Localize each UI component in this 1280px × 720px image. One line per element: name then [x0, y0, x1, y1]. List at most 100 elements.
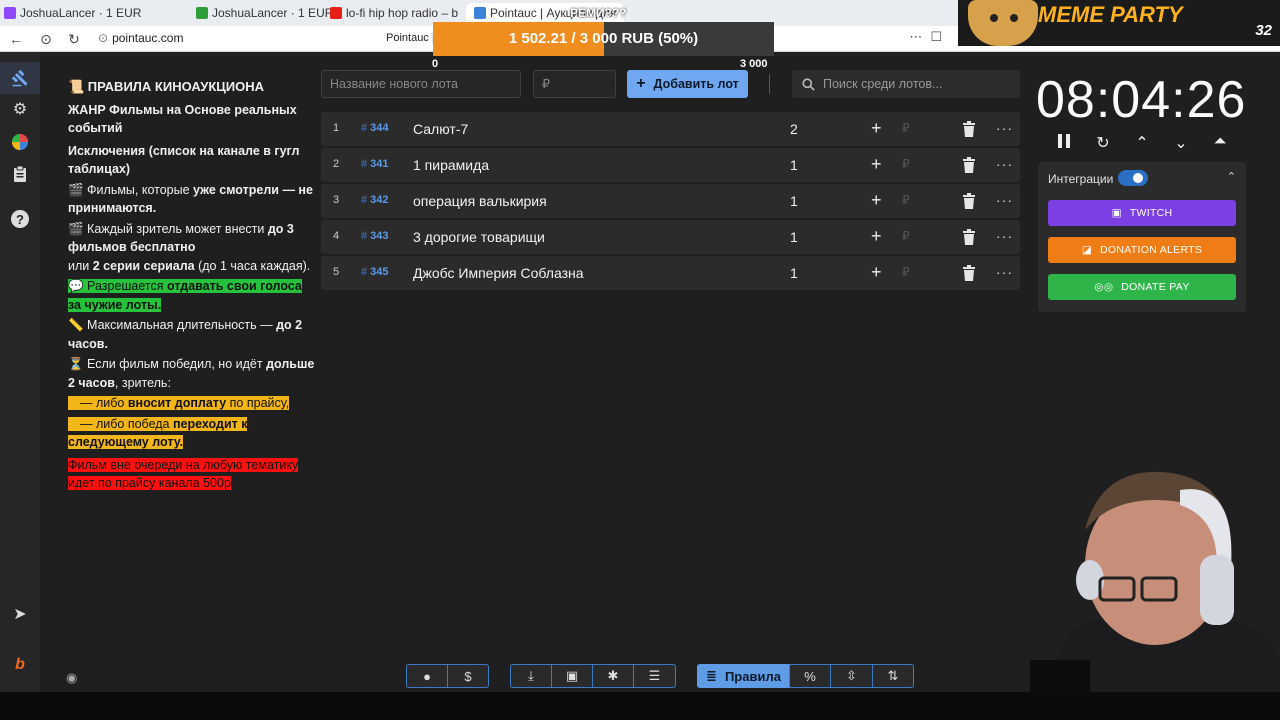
menu-icon[interactable]: ⋯ — [909, 29, 922, 45]
tab-label: lo-fi hip hop radio – b — [346, 6, 459, 20]
add-lot-button[interactable]: + Добавить лот — [627, 70, 748, 98]
timer-down-button[interactable]: ⌄ — [1170, 133, 1192, 153]
integrations-title: Интеграции — [1048, 172, 1114, 186]
lot-amount: 1 — [790, 229, 798, 245]
save-button[interactable]: ▣ — [551, 664, 593, 688]
more-options-icon[interactable]: ··· — [996, 156, 1013, 172]
url-field[interactable]: ⊙ pointauc.com — [98, 31, 183, 45]
pause-icon — [1058, 134, 1070, 148]
lot-amount: 1 — [790, 193, 798, 209]
delete-lot-icon[interactable] — [962, 121, 976, 137]
new-lot-input[interactable]: Название нового лота — [321, 70, 521, 98]
page-title: Pointauc | — [386, 32, 435, 44]
bug-report-button[interactable]: ✱ — [592, 664, 634, 688]
bookmark-icon[interactable]: ☐ — [930, 29, 942, 45]
lot-number[interactable]: #343 — [361, 230, 388, 242]
donation-progress-bar: 1 502.21 / 3 000 RUB (50%) — [433, 22, 774, 56]
auction-timer: 08:04:26 — [1036, 71, 1247, 129]
eye-icon[interactable]: ◉ — [66, 670, 77, 686]
donate-button[interactable]: $ — [447, 664, 489, 688]
telegram-icon: ➤ — [13, 606, 27, 623]
delete-lot-icon[interactable] — [962, 229, 976, 245]
sort-button[interactable]: ⇅ — [872, 664, 914, 688]
reset-timer-button[interactable]: ↻ — [1092, 133, 1114, 153]
lot-row[interactable]: 2 #341 1 пирамида 1 + ₽ ··· — [321, 148, 1020, 182]
reload-icon[interactable]: ↻ — [64, 29, 84, 49]
add-amount-button[interactable]: + — [871, 190, 882, 211]
rub-amount-input[interactable]: ₽ — [902, 193, 910, 207]
more-options-icon[interactable]: ··· — [996, 192, 1013, 208]
add-amount-button[interactable]: + — [871, 226, 882, 247]
clear-list-icon: ☰ — [648, 668, 661, 683]
more-options-icon[interactable]: ··· — [996, 264, 1013, 280]
lot-name[interactable]: 3 дорогие товарищи — [413, 229, 545, 245]
site-settings-icon[interactable]: ⊙ — [36, 29, 56, 49]
rules-button[interactable]: ≣ Правила — [697, 664, 790, 688]
rules-line-limit: 🎬 Каждый зритель может внести до 3 фильм… — [68, 221, 311, 273]
twitch-button[interactable]: ▣ TWITCH — [1048, 200, 1236, 226]
lot-row[interactable]: 4 #343 3 дорогие товарищи 1 + ₽ ··· — [321, 220, 1020, 254]
meme-title: MEME PARTY — [1038, 2, 1183, 27]
timer-up-button[interactable]: ⌃ — [1131, 133, 1153, 153]
back-arrow-icon[interactable]: ← — [6, 29, 26, 49]
webcam-overlay — [1030, 471, 1280, 692]
lot-row[interactable]: 3 #342 операция валькирия 1 + ₽ ··· — [321, 184, 1020, 218]
timer-double-up-button[interactable]: ⏶ — [1209, 133, 1231, 153]
rub-amount-input[interactable]: ₽ — [902, 157, 910, 171]
add-amount-button[interactable]: + — [871, 262, 882, 283]
browser-tab[interactable]: JoshuaLancer · 1 EUR — [196, 3, 333, 23]
search-input[interactable]: Поиск среди лотов... — [792, 70, 1020, 98]
compact-view-button[interactable]: ⇳ — [830, 664, 873, 688]
percent-button[interactable]: % — [789, 664, 831, 688]
overlay-text: РЕМИ??? — [570, 6, 627, 20]
tab-label: JoshuaLancer · 1 EUR — [212, 6, 334, 20]
lot-number[interactable]: #342 — [361, 194, 388, 206]
lot-number[interactable]: #345 — [361, 266, 388, 278]
browser-tab[interactable]: lo-fi hip hop radio – b — [330, 3, 458, 23]
lot-number[interactable]: #344 — [361, 122, 388, 134]
bug-icon: ✱ — [607, 668, 619, 683]
more-options-icon[interactable]: ··· — [996, 120, 1013, 136]
rules-line-surcharge: — либо вносит доплату по прайсу, — [68, 394, 316, 413]
double-chevron-up-icon: ⏶ — [1213, 133, 1227, 150]
wheel-icon — [11, 133, 29, 151]
lot-name[interactable]: операция валькирия — [413, 193, 547, 209]
lock-icon: ⊙ — [98, 31, 109, 45]
sidebar-item-auction[interactable] — [0, 62, 40, 94]
github-icon: ● — [423, 668, 431, 684]
lot-name[interactable]: 1 пирамида — [413, 157, 489, 173]
sidebar-item-telegram[interactable]: ➤ — [8, 602, 32, 626]
integrations-toggle[interactable] — [1118, 170, 1148, 186]
more-options-icon[interactable]: ··· — [996, 228, 1013, 244]
donation-alerts-button[interactable]: ◪ DONATION ALERTS — [1048, 237, 1236, 263]
rub-amount-input[interactable]: ₽ — [902, 265, 910, 279]
sidebar-item-help[interactable]: ? — [8, 207, 32, 231]
rub-amount-input[interactable]: ₽ — [902, 229, 910, 243]
sidebar-item-history[interactable] — [8, 162, 32, 186]
lot-name[interactable]: Джобс Империя Соблазна — [413, 265, 584, 281]
lot-row[interactable]: 5 #345 Джобс Империя Соблазна 1 + ₽ ··· — [321, 256, 1020, 290]
github-button[interactable]: ● — [406, 664, 448, 688]
delete-lot-icon[interactable] — [962, 265, 976, 281]
donation-alerts-icon: ◪ — [1081, 244, 1093, 256]
lot-name[interactable]: Салют-7 — [413, 121, 468, 137]
delete-lot-icon[interactable] — [962, 157, 976, 173]
search-icon — [802, 77, 815, 91]
sidebar-item-wheel[interactable] — [8, 130, 32, 154]
download-button[interactable]: ⤓ — [510, 664, 552, 688]
pause-button[interactable] — [1053, 133, 1075, 153]
clear-lots-button[interactable]: ☰ — [633, 664, 676, 688]
rub-amount-input[interactable]: ₽ — [902, 121, 910, 135]
collapse-chevron-icon[interactable]: ⌃ — [1227, 170, 1236, 183]
lot-row[interactable]: 1 #344 Салют-7 2 + ₽ ··· — [321, 112, 1020, 146]
rules-exceptions: Исключения (список на канале в гугл табл… — [68, 143, 300, 177]
lot-amount-input[interactable]: ₽ — [533, 70, 616, 98]
add-amount-button[interactable]: + — [871, 118, 882, 139]
sidebar-item-boosty[interactable]: b — [8, 653, 32, 677]
browser-tab[interactable]: JoshuaLancer · 1 EUR — [4, 3, 141, 23]
donate-pay-button[interactable]: ◎◎ DONATE PAY — [1048, 274, 1236, 300]
add-amount-button[interactable]: + — [871, 154, 882, 175]
lot-number[interactable]: #341 — [361, 158, 388, 170]
sidebar-item-settings[interactable]: ⚙ — [8, 97, 32, 121]
delete-lot-icon[interactable] — [962, 193, 976, 209]
